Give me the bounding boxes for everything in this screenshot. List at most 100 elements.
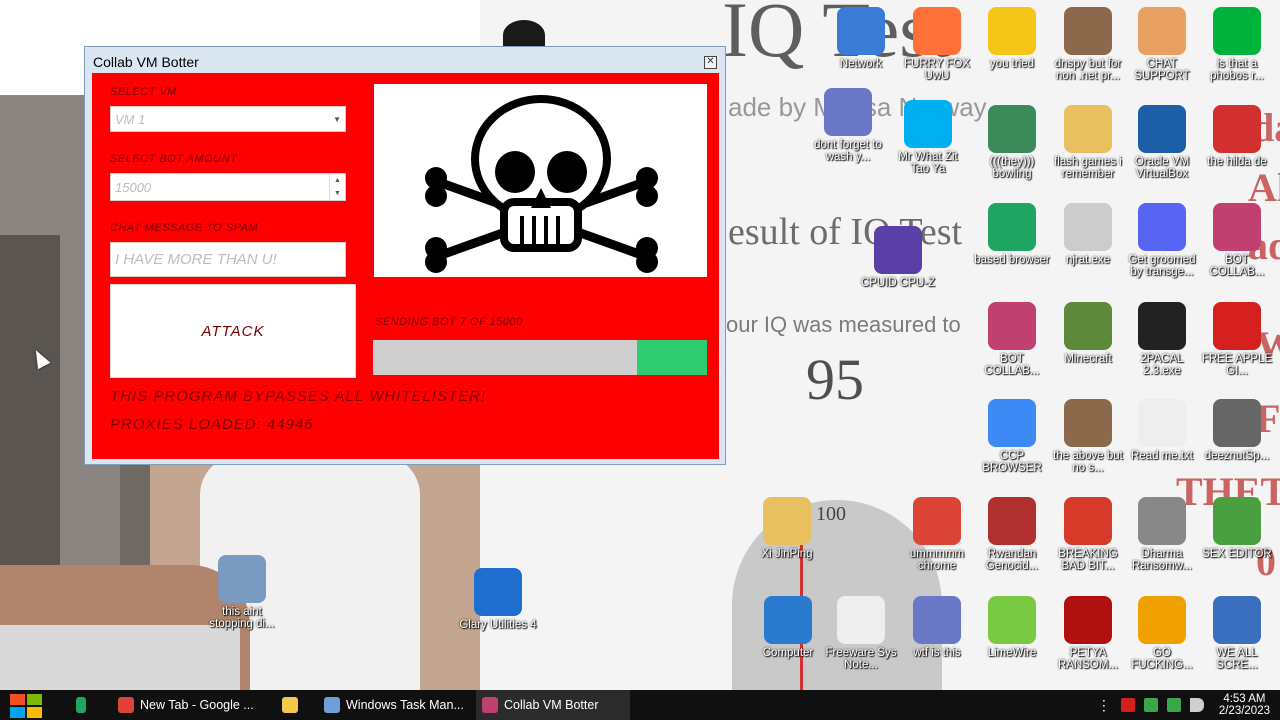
chevron-down-icon[interactable]: ▼ [333, 115, 341, 124]
desktop-icon-label: GO FUCKING... [1131, 647, 1193, 671]
desktop-icon[interactable]: 2PACAL 2.3.exe [1122, 302, 1202, 377]
desktop-icon[interactable]: CCP BROWSER [972, 399, 1052, 474]
desktop-icon[interactable]: (((they))) bowling [972, 105, 1052, 180]
taskbar-item[interactable]: New Tab - Google ... [112, 690, 262, 720]
taskbar-item[interactable] [70, 690, 92, 720]
desktop-icon[interactable]: you tried [972, 7, 1052, 70]
apple-icon [1213, 302, 1261, 350]
taskbar-item[interactable] [276, 690, 304, 720]
desktop-icon[interactable]: Xi JinPing [747, 497, 827, 560]
document-icon [1138, 399, 1186, 447]
flag-icon[interactable] [1120, 698, 1135, 712]
desktop-icon-label: Oracle VM VirtualBox [1134, 156, 1190, 180]
taskbar-item[interactable]: Collab VM Botter [476, 690, 630, 720]
stepper-arrows-icon[interactable]: ▲ ▼ [329, 174, 345, 200]
desktop-icon[interactable]: Network [821, 7, 901, 70]
desktop-icon-label: is that a phobos r... [1210, 58, 1264, 82]
desktop-icon-label: Read me.txt [1131, 450, 1193, 462]
desktop-icon-label: ummmmm chrome [909, 548, 965, 572]
scanner-icon [218, 555, 266, 603]
desktop-icon-label: PETYA RANSOM... [1057, 647, 1119, 671]
desktop-icon[interactable]: flash games i remember [1048, 105, 1128, 180]
collab-vm-botter-window[interactable]: Collab VM Botter ✕ SELECT VM VM 1 ▼ SELE… [84, 46, 726, 465]
de-icon [1138, 596, 1186, 644]
desktop-icon[interactable]: SEX EDITOR [1197, 497, 1277, 560]
skull-icon [1138, 497, 1186, 545]
desktop-icon-label: BOT COLLAB... [1209, 254, 1265, 278]
close-icon[interactable]: ✕ [704, 56, 717, 69]
desktop-icon[interactable]: GO FUCKING... [1122, 596, 1202, 671]
start-button[interactable] [10, 694, 42, 718]
desktop-icon[interactable]: dnspy but for non .net pr... [1048, 7, 1128, 82]
desktop-icon[interactable]: Glary Utilities 4 [458, 568, 538, 631]
desktop-icon[interactable]: BREAKING BAD BIT... [1048, 497, 1128, 572]
monitor-icon [1213, 203, 1261, 251]
select-vm-dropdown[interactable]: VM 1 ▼ [110, 106, 346, 132]
window-titlebar[interactable]: Collab VM Botter ✕ [85, 47, 725, 75]
console-icon [1138, 302, 1186, 350]
bot-amount-stepper[interactable]: 15000 ▲ ▼ [110, 173, 346, 201]
overflow-menu-icon[interactable]: ⋮ [1097, 697, 1111, 714]
desktop-icon[interactable]: is that a phobos r... [1197, 7, 1277, 82]
desktop-icon[interactable]: deeznutSp... [1197, 399, 1277, 462]
desktop-icon[interactable]: Rwandan Genocid... [972, 497, 1052, 572]
desktop-icon-label: Glary Utilities 4 [459, 619, 537, 631]
desktop-icon[interactable]: Read me.txt [1122, 399, 1202, 462]
attack-button[interactable]: ATTACK [110, 284, 356, 378]
monitor-tray-icon[interactable] [1143, 698, 1158, 712]
computer-icon [1213, 596, 1261, 644]
desktop-icon[interactable]: FURRY FOX UwU [897, 7, 977, 82]
desktop-icon[interactable]: Mr What Zit Tao Ya [888, 100, 968, 175]
taskbar-item[interactable]: Windows Task Man... [318, 690, 468, 720]
desktop-icon-label: FURRY FOX UwU [903, 58, 971, 82]
system-tray: ⋮ 4:53 AM 2/23/2023 [1097, 690, 1270, 720]
chat-message-label: CHAT MESSAGE TO SPAM [110, 222, 259, 234]
support-icon [1138, 7, 1186, 55]
desktop-icon[interactable]: PETYA RANSOM... [1048, 596, 1128, 671]
desktop-icon-label: Freeware Sys Note... [825, 647, 897, 671]
desktop-icon[interactable]: FREE APPLE GI... [1197, 302, 1277, 377]
chrome-icon [913, 497, 961, 545]
taskbar: New Tab - Google ... Windows Task Man... C… [0, 690, 1280, 720]
desktop-icon[interactable]: Oracle VM VirtualBox [1122, 105, 1202, 180]
desktop-icon[interactable]: Minecraft [1048, 302, 1128, 365]
portrait-icon [1064, 399, 1112, 447]
clock[interactable]: 4:53 AM 2/23/2023 [1219, 693, 1270, 717]
skull-icon [1064, 203, 1112, 251]
desktop-icon[interactable]: BOT COLLAB... [1197, 203, 1277, 278]
chromium-icon [988, 399, 1036, 447]
desktop-icon[interactable]: CHAT SUPPORT [1122, 7, 1202, 82]
browser-icon [988, 203, 1036, 251]
desktop-icon[interactable]: based browser [972, 203, 1052, 266]
volume-icon[interactable] [1189, 698, 1204, 712]
greenshot-icon [76, 697, 86, 713]
desktop-icon[interactable]: njrat.exe [1048, 203, 1128, 266]
taskbar-item-label: New Tab - Google ... [140, 698, 254, 712]
desktop-icon[interactable]: dont forget to wash y... [808, 88, 888, 163]
icq-icon [1213, 7, 1261, 55]
desktop-icon[interactable]: Computer [748, 596, 828, 659]
chat-message-input[interactable]: I HAVE MORE THAN U! [110, 242, 346, 277]
window-client: SELECT VM VM 1 ▼ SELECT BOT AMOUNT 15000… [92, 73, 719, 459]
folder-icon [1064, 105, 1112, 153]
skull-image [374, 84, 707, 277]
desktop-icon-label: you tried [989, 58, 1035, 70]
desktop-icon[interactable]: the hilda de [1197, 105, 1277, 168]
desktop-icon-label: Computer [762, 647, 814, 659]
bot-amount-label: SELECT BOT AMOUNT [110, 153, 238, 165]
desktop-icon[interactable]: Freeware Sys Note... [821, 596, 901, 671]
desktop-icon[interactable]: WE ALL SCRE... [1197, 596, 1277, 671]
desktop-icon[interactable]: ummmmm chrome [897, 497, 977, 572]
network-tray-icon[interactable] [1166, 698, 1181, 712]
desktop-icon[interactable]: wtf is this [897, 596, 977, 659]
desktop-icon-label: this aint stopping di... [209, 606, 275, 630]
desktop-icon[interactable]: Get groomed by transge... [1122, 203, 1202, 278]
desktop-icon[interactable]: LimeWire [972, 596, 1052, 659]
desktop-icon[interactable]: the above but no s... [1048, 399, 1128, 474]
desktop-icon[interactable]: this aint stopping di... [202, 555, 282, 630]
desktop-icon[interactable]: BOT COLLAB... [972, 302, 1052, 377]
desktop-icon[interactable]: CPUID CPU-Z [858, 226, 938, 289]
taskbar-item-label: Collab VM Botter [504, 698, 599, 712]
select-vm-value: VM 1 [115, 111, 146, 127]
desktop-icon[interactable]: Dharma Ransomw... [1122, 497, 1202, 572]
